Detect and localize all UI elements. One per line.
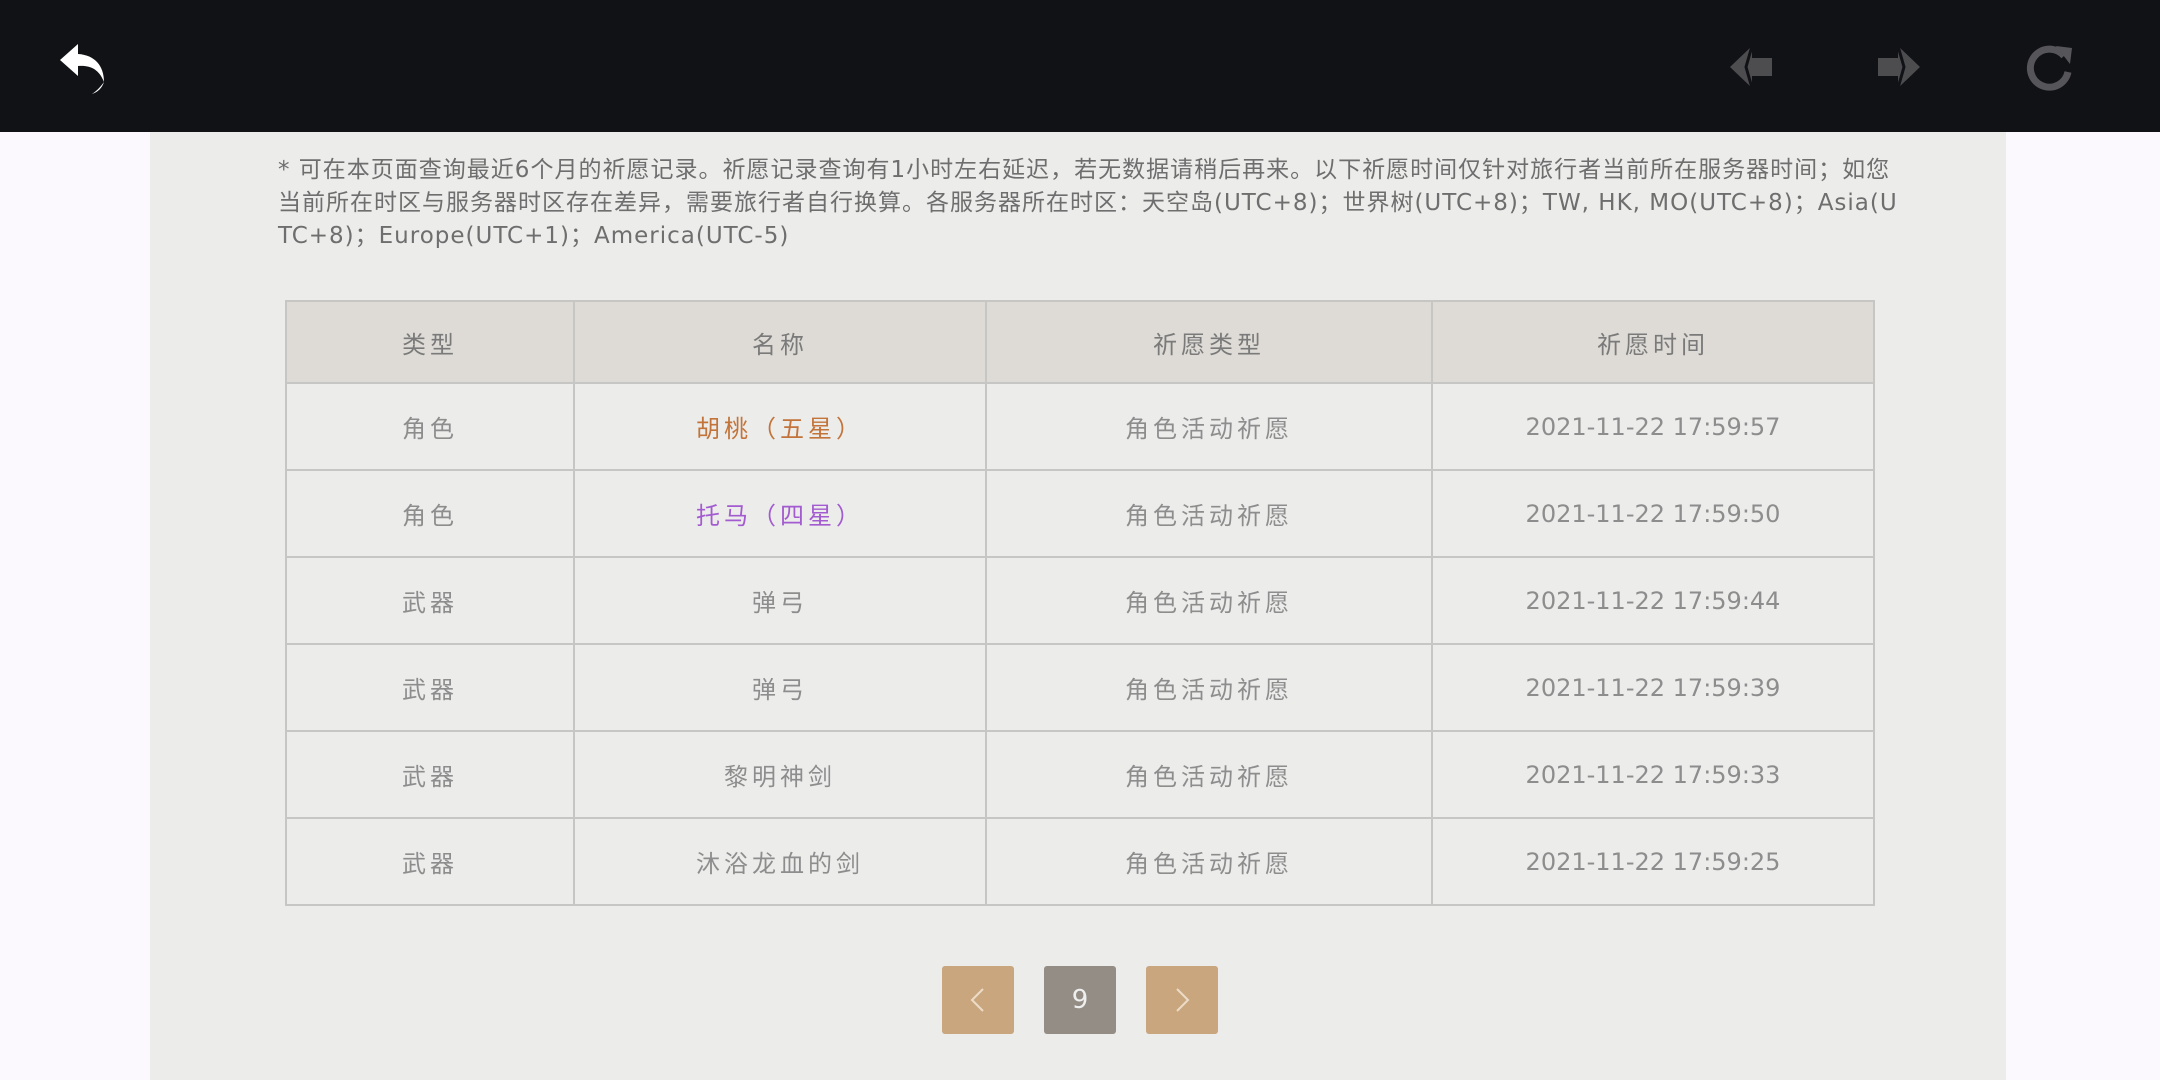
cell-wish-type: 角色活动祈愿 xyxy=(985,382,1433,471)
cell-type: 武器 xyxy=(285,643,575,732)
cell-wish-type: 角色活动祈愿 xyxy=(985,556,1433,645)
cell-name: 沐浴龙血的剑 xyxy=(573,817,987,906)
cell-time: 2021-11-22 17:59:50 xyxy=(1431,469,1875,558)
cell-type: 武器 xyxy=(285,817,575,906)
wish-record-table: 类型 名称 祈愿类型 祈愿时间 角色 胡桃（五星） 角色活动祈愿 2021-11… xyxy=(285,300,1875,906)
cell-name: 弹弓 xyxy=(573,643,987,732)
page-forward-button[interactable] xyxy=(1870,38,1928,96)
next-page-button[interactable] xyxy=(1146,966,1218,1034)
cell-type: 角色 xyxy=(285,469,575,558)
cell-wish-type: 角色活动祈愿 xyxy=(985,643,1433,732)
nav-back-icon xyxy=(1730,45,1772,89)
page-back-button[interactable] xyxy=(1722,38,1780,96)
table-row: 武器 弹弓 角色活动祈愿 2021-11-22 17:59:44 xyxy=(285,556,1875,645)
table-row: 角色 托马（四星） 角色活动祈愿 2021-11-22 17:59:50 xyxy=(285,469,1875,558)
header-wish-type: 祈愿类型 xyxy=(985,300,1433,384)
nav-forward-icon xyxy=(1878,45,1920,89)
top-bar xyxy=(0,0,2160,132)
notice-text: * 可在本页面查询最近6个月的祈愿记录。祈愿记录查询有1小时左右延迟，若无数据请… xyxy=(278,157,1898,249)
cell-type: 武器 xyxy=(285,730,575,819)
cell-type: 武器 xyxy=(285,556,575,645)
chevron-left-icon xyxy=(970,988,984,1012)
cell-wish-type: 角色活动祈愿 xyxy=(985,469,1433,558)
cell-name: 托马（四星） xyxy=(573,469,987,558)
cell-time: 2021-11-22 17:59:25 xyxy=(1431,817,1875,906)
back-arrow-icon xyxy=(60,44,104,94)
table-header-row: 类型 名称 祈愿类型 祈愿时间 xyxy=(285,300,1875,384)
cell-name: 胡桃（五星） xyxy=(573,382,987,471)
cell-wish-type: 角色活动祈愿 xyxy=(985,730,1433,819)
cell-name: 弹弓 xyxy=(573,556,987,645)
cell-type: 角色 xyxy=(285,382,575,471)
cell-time: 2021-11-22 17:59:44 xyxy=(1431,556,1875,645)
table-row: 角色 胡桃（五星） 角色活动祈愿 2021-11-22 17:59:57 xyxy=(285,382,1875,471)
cell-name: 黎明神剑 xyxy=(573,730,987,819)
refresh-icon xyxy=(2026,45,2072,91)
cell-time: 2021-11-22 17:59:39 xyxy=(1431,643,1875,732)
header-type: 类型 xyxy=(285,300,575,384)
header-name: 名称 xyxy=(573,300,987,384)
cell-wish-type: 角色活动祈愿 xyxy=(985,817,1433,906)
refresh-button[interactable] xyxy=(2020,38,2078,96)
table-row: 武器 沐浴龙血的剑 角色活动祈愿 2021-11-22 17:59:25 xyxy=(285,817,1875,906)
back-button[interactable] xyxy=(54,38,112,96)
current-page-indicator: 9 xyxy=(1044,966,1116,1034)
table-row: 武器 黎明神剑 角色活动祈愿 2021-11-22 17:59:33 xyxy=(285,730,1875,819)
cell-time: 2021-11-22 17:59:57 xyxy=(1431,382,1875,471)
table-row: 武器 弹弓 角色活动祈愿 2021-11-22 17:59:39 xyxy=(285,643,1875,732)
cell-time: 2021-11-22 17:59:33 xyxy=(1431,730,1875,819)
chevron-right-icon xyxy=(1176,988,1190,1012)
prev-page-button[interactable] xyxy=(942,966,1014,1034)
header-wish-time: 祈愿时间 xyxy=(1431,300,1875,384)
wish-history-panel: * 可在本页面查询最近6个月的祈愿记录。祈愿记录查询有1小时左右延迟，若无数据请… xyxy=(150,132,2006,1080)
